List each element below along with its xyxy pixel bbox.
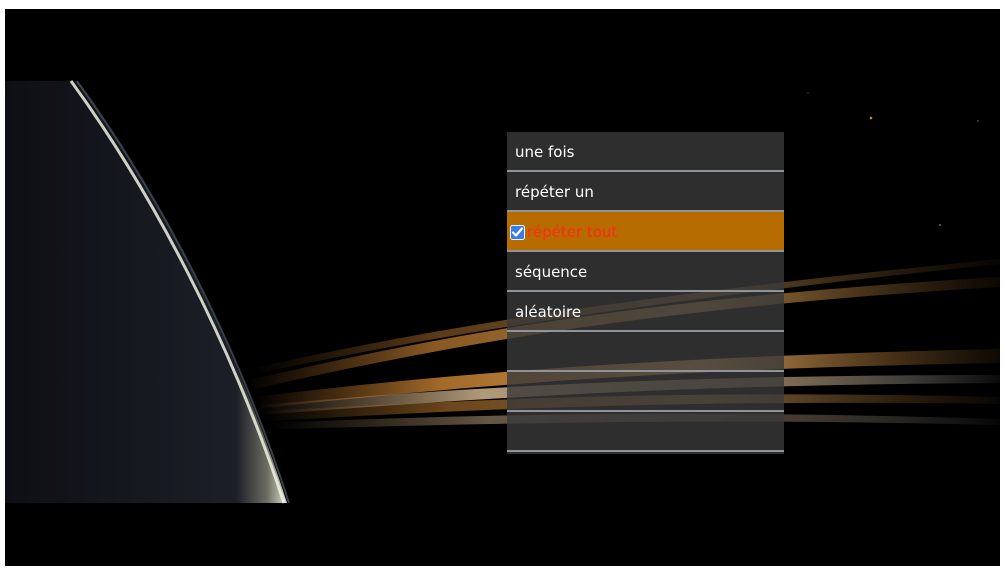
- menu-item-repeter-tout[interactable]: répéter tout: [507, 212, 784, 252]
- menu-item-label: une fois: [515, 143, 575, 161]
- space-wallpaper: [5, 9, 1000, 566]
- tv-screen: une fois répéter un répéter tout séquenc…: [5, 9, 1000, 566]
- check-icon: [510, 225, 525, 240]
- menu-item-sequence[interactable]: séquence: [507, 252, 784, 292]
- menu-item-repeter-un[interactable]: répéter un: [507, 172, 784, 212]
- menu-item-empty-3: [507, 412, 784, 452]
- menu-item-aleatoire[interactable]: aléatoire: [507, 292, 784, 332]
- menu-item-label: répéter un: [515, 183, 594, 201]
- menu-item-empty-1: [507, 332, 784, 372]
- menu-item-label: aléatoire: [515, 303, 582, 321]
- menu-item-label: répéter tout: [527, 223, 618, 241]
- menu-item-empty-2: [507, 372, 784, 412]
- play-mode-menu: une fois répéter un répéter tout séquenc…: [507, 132, 784, 454]
- menu-item-label: séquence: [515, 263, 588, 281]
- menu-item-une-fois[interactable]: une fois: [507, 132, 784, 172]
